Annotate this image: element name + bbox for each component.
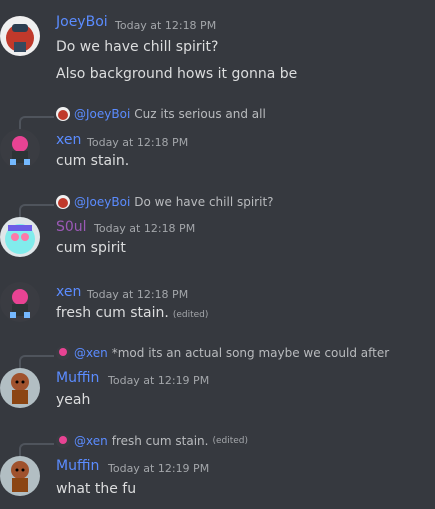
reply-text: fresh cum stain. (111, 434, 209, 448)
message-text: Do we have chill spirit? (56, 39, 219, 55)
timestamp: Today at 12:18 PM (94, 222, 196, 235)
reply-preview[interactable]: @JoeyBoi Do we have chill spirit? (56, 195, 274, 209)
reply-text: Cuz its serious and all (134, 107, 266, 121)
message-text: what the fu (56, 481, 137, 497)
avatar[interactable] (0, 282, 40, 322)
avatar[interactable] (0, 16, 40, 56)
author-name[interactable]: xen (56, 284, 81, 300)
edited-label: (edited) (172, 310, 209, 320)
reply-spine (19, 443, 54, 457)
author-name[interactable]: S0ul (56, 219, 87, 235)
reply-text: *mod its an actual song maybe we could a… (111, 346, 390, 360)
avatar[interactable] (0, 129, 40, 169)
reply-author[interactable]: @xen (74, 346, 108, 360)
reply-avatar (56, 195, 70, 209)
author-name[interactable]: JoeyBoi (56, 14, 108, 30)
reply-spine (19, 204, 54, 218)
reply-spine (19, 355, 54, 369)
message-text: Also background hows it gonna be (56, 66, 298, 82)
reply-text: Do we have chill spirit? (134, 195, 274, 209)
edited-label: (edited) (212, 436, 249, 446)
avatar[interactable] (0, 456, 40, 496)
timestamp: Today at 12:19 PM (108, 374, 210, 387)
message-text-content: fresh cum stain. (56, 305, 169, 321)
reply-author[interactable]: @JoeyBoi (74, 107, 130, 121)
author-name[interactable]: Muffin (56, 458, 99, 474)
author-name[interactable]: Muffin (56, 370, 99, 386)
reply-avatar (56, 346, 70, 360)
timestamp: Today at 12:19 PM (108, 462, 210, 475)
reply-avatar (56, 434, 70, 448)
timestamp: Today at 12:18 PM (115, 19, 217, 32)
avatar[interactable] (0, 368, 40, 408)
reply-preview[interactable]: @xen fresh cum stain. (edited) (56, 434, 248, 448)
author-name[interactable]: xen (56, 132, 81, 148)
reply-preview[interactable]: @JoeyBoi Cuz its serious and all (56, 107, 266, 121)
reply-spine (19, 116, 54, 130)
message-text: yeah (56, 392, 91, 408)
message-text: fresh cum stain. (edited) (56, 305, 208, 321)
reply-author[interactable]: @JoeyBoi (74, 195, 130, 209)
timestamp: Today at 12:18 PM (87, 136, 189, 149)
timestamp: Today at 12:18 PM (87, 288, 189, 301)
reply-avatar (56, 107, 70, 121)
message-text: cum spirit (56, 240, 126, 256)
reply-author[interactable]: @xen (74, 434, 108, 448)
avatar[interactable] (0, 217, 40, 257)
reply-preview[interactable]: @xen *mod its an actual song maybe we co… (56, 346, 389, 360)
message-text: cum stain. (56, 153, 130, 169)
